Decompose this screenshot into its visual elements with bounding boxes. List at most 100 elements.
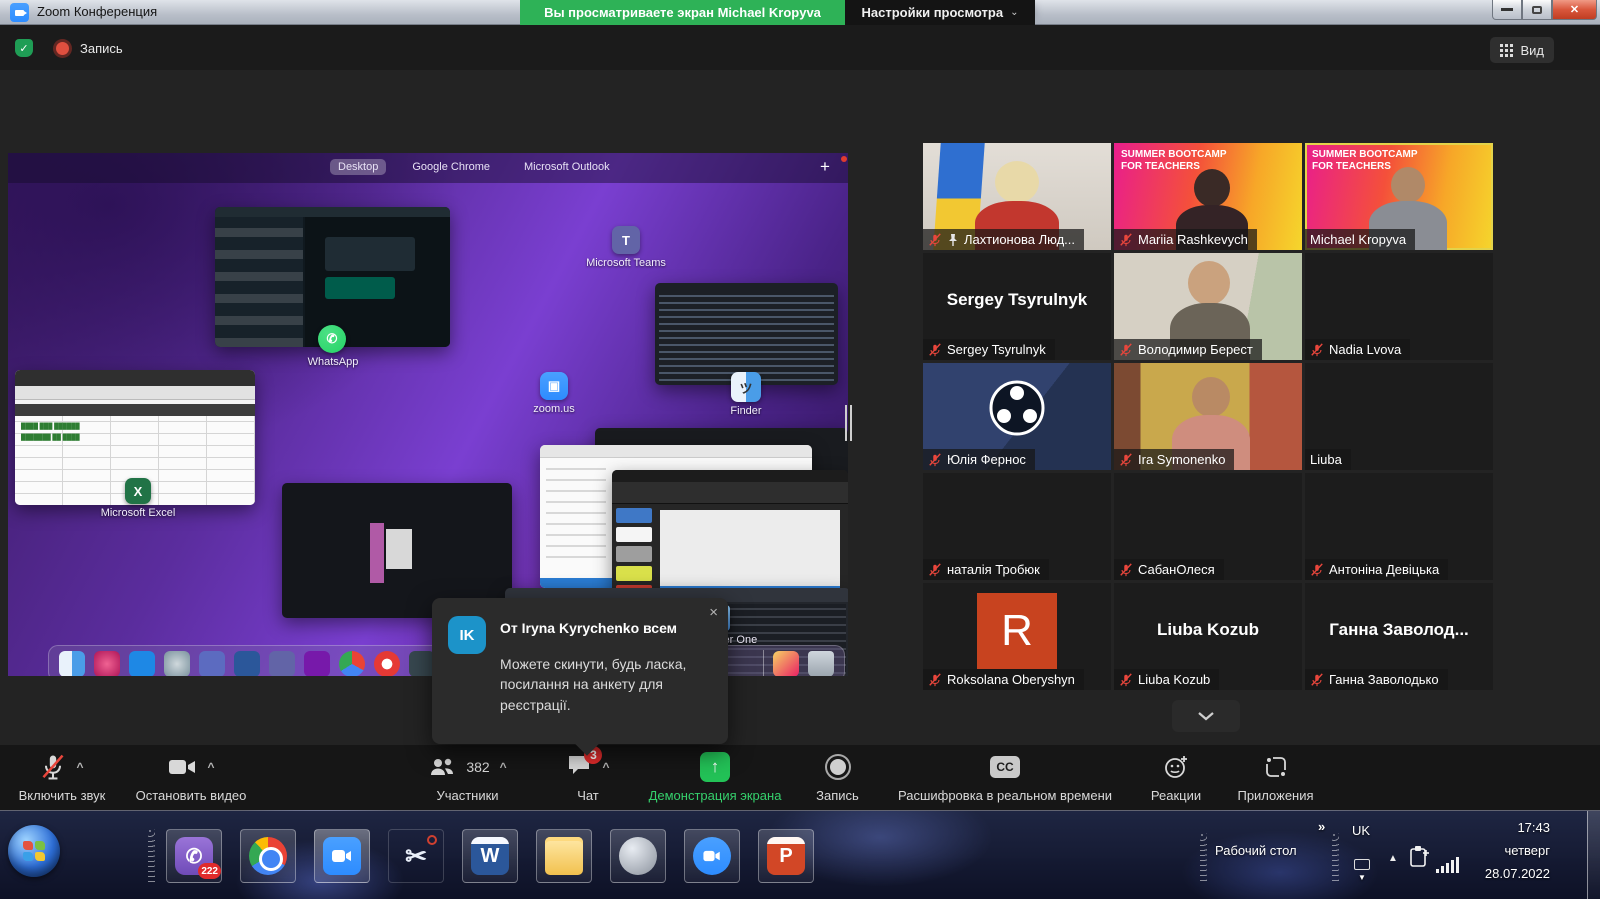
taskbar-grip[interactable] [148,829,155,885]
excel-label: Microsoft Excel [88,507,188,519]
participant-name-label: Mariia Rashkevych [1114,229,1257,250]
panel-resize-handle[interactable] [845,405,855,441]
taskbar-icon-explorer[interactable] [536,829,592,883]
clock-weekday: четверг [1420,840,1550,863]
zoom-meeting-window: Zoom Конференция Вы просматриваете экран… [0,0,1600,899]
taskbar-icon-chrome[interactable] [240,829,296,883]
dock-icon-settings [164,651,190,677]
meeting-topbar: ✓ Запись Вид [0,25,1600,70]
desktop-toolbar-label[interactable]: Рабочий стол [1215,843,1297,858]
participant-tile[interactable]: R Roksolana Oberyshyn [923,583,1111,690]
view-settings-dropdown[interactable]: Настройки просмотра ⌄ [845,0,1035,25]
show-desktop-button[interactable] [1587,811,1600,899]
unmute-button[interactable]: ^ Включить звук [8,751,116,807]
participant-tile[interactable]: Liuba Kozub Liuba Kozub [1114,583,1302,690]
record-button[interactable]: Запись [805,751,870,807]
participant-center-name: Liuba Kozub [1114,583,1302,676]
chevron-down-icon [1196,710,1216,722]
participant-tile[interactable]: Ганна Заволод... Ганна Заволодько [1305,583,1493,690]
camera-glyph [703,850,721,862]
language-menu-chevron[interactable]: ▼ [1358,873,1366,882]
participant-name: Liuba [1310,452,1342,467]
view-button[interactable]: Вид [1490,37,1554,63]
live-transcript-button[interactable]: CC Расшифровка в реальном времени [885,751,1125,807]
participant-name: Антоніна Девіцька [1329,562,1439,577]
teams-label: Microsoft Teams [576,257,676,269]
taskbar-icon-viber[interactable]: ✆ 222 [166,829,222,883]
participant-tile[interactable]: Liuba [1305,363,1493,470]
window-title: Zoom Конференция [37,4,157,19]
muted-mic-icon [928,673,942,687]
keyboard-layout-icon[interactable] [1354,859,1370,870]
toolbar-overflow-chevron[interactable]: » [1318,819,1325,834]
language-indicator[interactable]: UK [1352,823,1370,838]
taskbar-icon-zoom[interactable] [314,829,370,883]
participant-name: Ira Symonenko [1138,452,1225,467]
participant-name-label: наталія Тробюк [923,559,1049,580]
taskbar-icon-snipping-tool[interactable]: ✂ [388,829,444,883]
mic-options-chevron[interactable]: ^ [76,760,83,774]
popup-close-icon[interactable]: × [709,604,718,621]
participant-tile[interactable]: Sergey Tsyrulnyk Sergey Tsyrulnyk [923,253,1111,360]
participant-tile[interactable]: Антоніна Девіцька [1305,473,1493,580]
muted-mic-icon [1119,453,1133,467]
muted-mic-icon [928,453,942,467]
reactions-button[interactable]: Реакции [1140,751,1212,807]
close-button[interactable]: ✕ [1552,0,1597,20]
shared-notification-dot [841,156,847,162]
dock-icon-teams [269,651,295,677]
muted-mic-icon [928,233,942,247]
stop-video-button[interactable]: ^ Остановить видео [126,751,256,807]
participants-button[interactable]: 382 ^ Участники [405,751,530,807]
participant-tile-active-speaker[interactable]: SUMMER BOOTCAMP FOR TEACHERS Michael Kro… [1305,143,1493,250]
start-button[interactable] [8,825,60,877]
participant-name-label: Володимир Берест [1114,339,1262,360]
taskbar-icon-camera-app[interactable] [684,829,740,883]
participant-center-name: Sergey Tsyrulnyk [923,253,1111,346]
participant-name: Лахтионова Люд... [964,232,1075,247]
taskbar-clock[interactable]: 17:43 четверг 28.07.2022 [1420,817,1550,885]
more-participants-button[interactable] [1172,700,1240,732]
zoom-app-icon [10,3,29,22]
participant-tile[interactable]: SUMMER BOOTCAMP FOR TEACHERS Mariia Rash… [1114,143,1302,250]
window-titlebar: Zoom Конференция Вы просматриваете экран… [0,0,1600,25]
video-options-chevron[interactable]: ^ [207,760,214,774]
record-icon [825,754,851,780]
participants-icon [428,756,456,778]
show-hidden-icons-button[interactable]: ▲ [1388,853,1398,864]
chat-notification-popup[interactable]: IK От Iryna Kyrychenko всем × Можете ски… [432,598,728,744]
share-screen-button[interactable]: ↑ Демонстрация экрана [640,751,790,807]
participant-tile[interactable]: Юлія Фернос [923,363,1111,470]
taskbar-grip[interactable] [1332,833,1339,885]
apps-button[interactable]: Приложения [1228,751,1323,807]
participant-name: Liuba Kozub [1138,672,1210,687]
participant-name: Nadia Lvova [1329,342,1401,357]
shared-desktop-tabs: Desktop Google Chrome Microsoft Outlook [330,159,618,175]
share-screen-icon: ↑ [700,752,730,782]
participants-options-chevron[interactable]: ^ [500,760,507,774]
participant-tile[interactable]: Nadia Lvova [1305,253,1493,360]
participant-name: Mariia Rashkevych [1138,232,1248,247]
taskbar-icon-media-app[interactable] [610,829,666,883]
grid-view-icon [1500,44,1513,57]
security-shield-icon[interactable]: ✓ [15,39,33,57]
taskbar-icon-powerpoint[interactable]: P [758,829,814,883]
participant-tile[interactable]: наталія Тробюк [923,473,1111,580]
obs-logo-icon [985,376,1049,440]
participant-tile[interactable]: Лахтионова Люд... [923,143,1111,250]
participant-tile[interactable]: Володимир Берест [1114,253,1302,360]
muted-mic-icon [40,753,66,781]
participant-name: Володимир Берест [1138,342,1253,357]
participant-tile[interactable]: СабанОлеся [1114,473,1302,580]
participant-tile[interactable]: Ira Symonenko [1114,363,1302,470]
shared-tab-chrome: Google Chrome [404,159,498,175]
minimize-button[interactable] [1492,0,1522,20]
participant-name-label: Юлія Фернос [923,449,1035,470]
taskbar-grip[interactable] [1200,833,1207,885]
chat-options-chevron[interactable]: ^ [602,760,609,774]
dock-icon-word [234,651,260,677]
windows-taskbar: ✆ 222 ✂ W P [0,810,1600,899]
chat-button[interactable]: 3 ^ Чат [548,751,628,807]
restore-button[interactable] [1522,0,1552,20]
taskbar-icon-word[interactable]: W [462,829,518,883]
